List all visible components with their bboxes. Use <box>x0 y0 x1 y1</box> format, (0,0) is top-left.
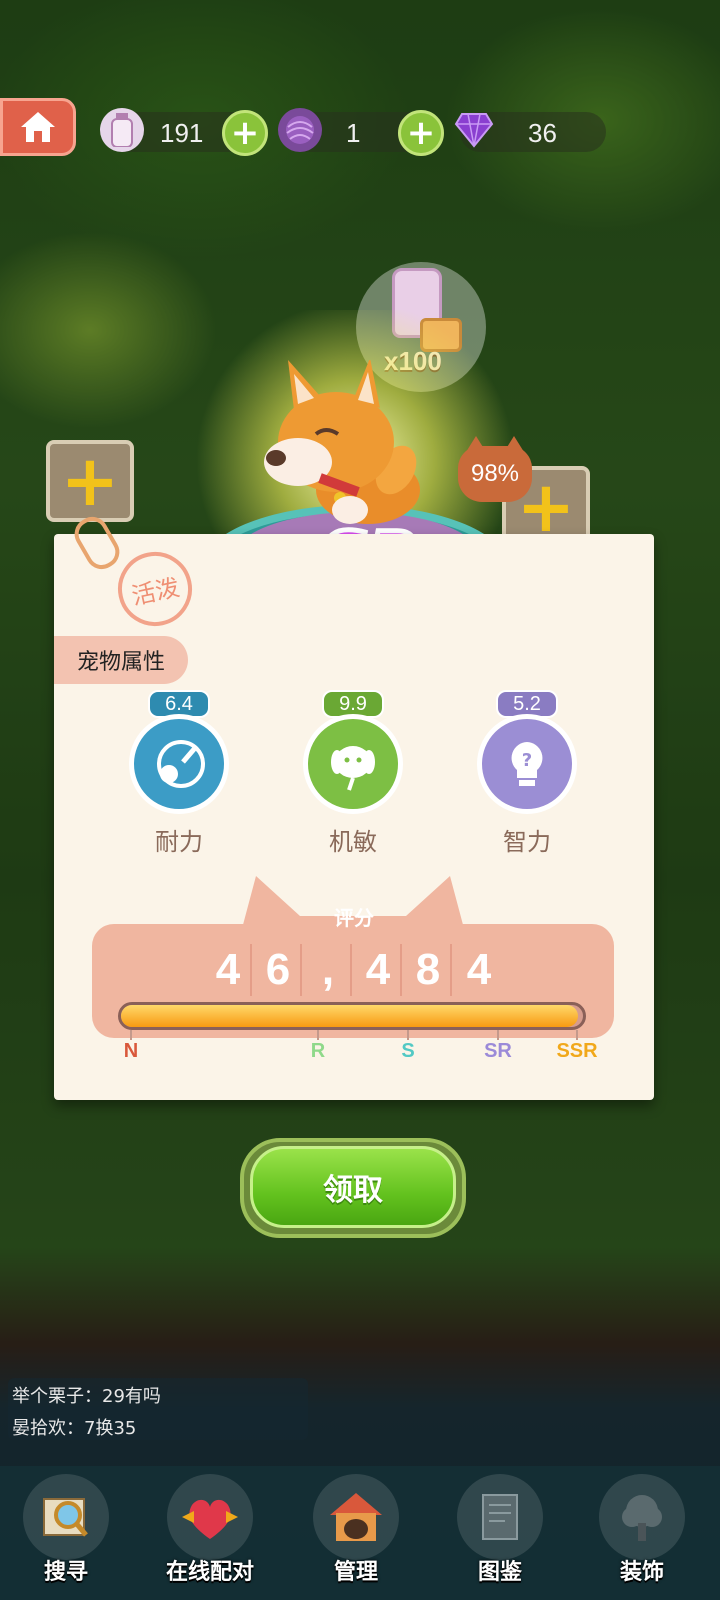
nav-label: 在线配对 <box>165 1560 254 1585</box>
score-digit: 4 <box>356 944 402 996</box>
home-button[interactable] <box>0 98 76 156</box>
attributes-header: 宠物属性 <box>54 636 188 684</box>
purple-gem-icon <box>452 108 496 152</box>
home-icon <box>21 112 55 142</box>
rank-label: N <box>123 1040 139 1062</box>
magnifier-map-icon <box>23 1474 109 1560</box>
stat-label: 智力 <box>503 828 551 856</box>
add-yarn-button[interactable]: + <box>398 110 444 156</box>
nav-search[interactable]: 搜寻 <box>6 1474 126 1594</box>
rank-label: SSR <box>556 1040 598 1062</box>
milk-bottle-icon <box>100 108 144 152</box>
score-digit: 8 <box>406 944 452 996</box>
book-icon <box>457 1474 543 1560</box>
plus-icon: + <box>60 440 120 522</box>
gem-count: 36 <box>528 118 557 148</box>
stat-intelligence: 5.2 ? 智力 <box>472 690 582 857</box>
nav-decor[interactable]: 装饰 <box>582 1474 702 1594</box>
stat-value: 6.4 <box>148 690 210 718</box>
nav-label: 管理 <box>333 1560 378 1585</box>
rank-tick <box>576 1030 578 1040</box>
rank-tick <box>130 1030 132 1040</box>
yarn-count: 1 <box>346 118 361 148</box>
stat-label: 耐力 <box>155 828 203 856</box>
rank-label: R <box>310 1040 326 1062</box>
dog-head-icon <box>303 714 403 814</box>
chance-badge: 98% <box>458 436 532 502</box>
score-digit: 4 <box>466 945 492 994</box>
claim-button[interactable]: 领取 <box>250 1146 456 1228</box>
chat-message: 举个栗子：29有吗 <box>12 1386 161 1407</box>
stat-agility: 9.9 机敏 <box>298 690 408 857</box>
nav-label: 搜寻 <box>43 1560 88 1585</box>
yarn-ball-icon <box>278 108 322 152</box>
svg-text:?: ? <box>522 750 532 771</box>
tree-icon <box>599 1474 685 1560</box>
stat-label: 机敏 <box>329 828 377 856</box>
add-milk-button[interactable]: + <box>222 110 268 156</box>
heart-candy-icon <box>167 1474 253 1560</box>
rank-tick <box>317 1030 319 1040</box>
score-digit: 4 <box>206 944 252 996</box>
rank-label: SR <box>484 1040 512 1062</box>
chat-feed[interactable]: 举个栗子：29有吗 晏拾欢：7换35 <box>8 1378 308 1440</box>
add-tile-left-button[interactable]: + <box>46 440 134 522</box>
score-digits: 4 6 , 4 8 4 <box>206 944 502 996</box>
score-digit: , <box>306 944 352 996</box>
nav-manage[interactable]: 管理 <box>296 1474 416 1594</box>
lightbulb-question-icon: ? <box>477 714 577 814</box>
nav-label: 装饰 <box>619 1560 664 1585</box>
stat-value: 5.2 <box>496 690 558 718</box>
rank-tick <box>497 1030 499 1040</box>
score-title: 评分 <box>334 906 374 930</box>
shiba-dog-pet <box>264 360 420 524</box>
rank-tick <box>407 1030 409 1040</box>
doghouse-icon <box>313 1474 399 1560</box>
chat-message: 晏拾欢：7换35 <box>12 1418 137 1439</box>
milk-count: 191 <box>160 118 204 148</box>
nav-online-match[interactable]: 在线配对 <box>150 1474 270 1594</box>
stamina-icon <box>129 714 229 814</box>
plus-icon: + <box>230 113 260 153</box>
score-digit: 6 <box>256 944 302 996</box>
rank-label: S <box>401 1040 415 1062</box>
nav-label: 图鉴 <box>477 1560 522 1585</box>
score-progress-fill <box>121 1005 578 1027</box>
stat-stamina: 6.4 耐力 <box>124 690 234 857</box>
stat-value: 9.9 <box>322 690 384 718</box>
nav-catalog[interactable]: 图鉴 <box>440 1474 560 1594</box>
plus-icon: + <box>406 113 436 153</box>
